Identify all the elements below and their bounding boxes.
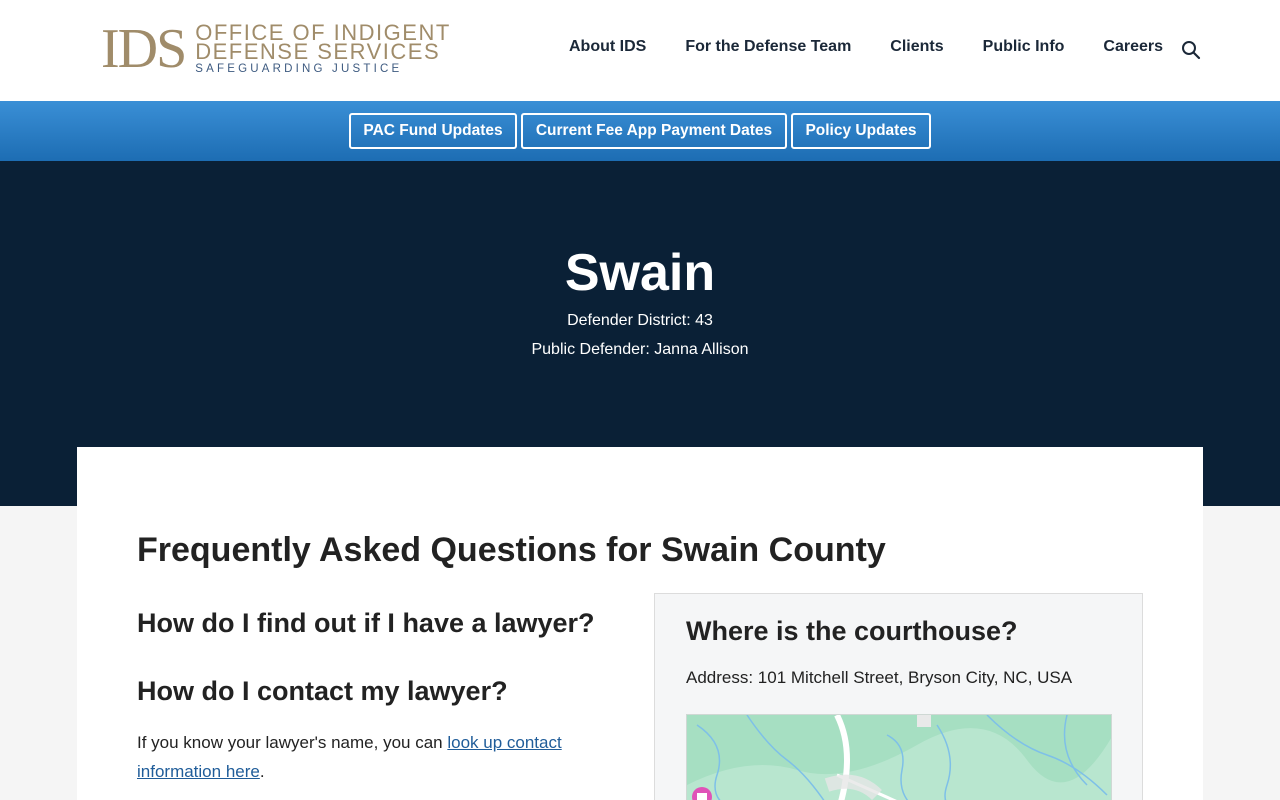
question-find-lawyer[interactable]: How do I find out if I have a lawyer? (137, 608, 595, 639)
logo-mark: IDS (101, 18, 187, 80)
main-nav: About IDS For the Defense Team Clients P… (569, 38, 1202, 56)
defender-district: Defender District: 43 (567, 312, 713, 329)
question-contact-lawyer[interactable]: How do I contact my lawyer? (137, 676, 508, 707)
public-defender: Public Defender: Janna Allison (531, 341, 749, 358)
policy-updates-button[interactable]: Policy Updates (791, 113, 931, 149)
courthouse-address: Address: 101 Mitchell Street, Bryson Cit… (686, 668, 1073, 687)
courthouse-heading: Where is the courthouse? (686, 616, 1018, 646)
ids-logo[interactable]: IDS OFFICE OF INDIGENT DEFENSE SERVICES … (101, 18, 451, 80)
courthouse-panel: Where is the courthouse? Address: 101 Mi… (654, 593, 1143, 800)
logo-line2: DEFENSE SERVICES (195, 38, 441, 64)
nav-public-info[interactable]: Public Info (983, 38, 1065, 56)
answer-period: . (259, 762, 265, 781)
search-icon[interactable] (1181, 40, 1201, 60)
quick-links-bar: PAC Fund Updates Current Fee App Payment… (0, 101, 1280, 161)
logo-tagline: SAFEGUARDING JUSTICE (195, 62, 403, 75)
contact-lawyer-answer: If you know your lawyer's name, you can … (137, 728, 607, 786)
fee-app-payment-dates-button[interactable]: Current Fee App Payment Dates (521, 113, 787, 149)
answer-text: If you know your lawyer's name, you can (137, 733, 448, 752)
nav-about-ids[interactable]: About IDS (569, 38, 646, 56)
map-graphic (687, 715, 1111, 800)
pac-fund-updates-button[interactable]: PAC Fund Updates (349, 113, 517, 149)
nav-clients[interactable]: Clients (890, 38, 943, 56)
faq-heading: Frequently Asked Questions for Swain Cou… (137, 531, 886, 569)
content-card: Frequently Asked Questions for Swain Cou… (77, 447, 1203, 800)
nav-for-the-defense-team[interactable]: For the Defense Team (685, 38, 851, 56)
site-header: IDS OFFICE OF INDIGENT DEFENSE SERVICES … (0, 0, 1280, 101)
logo-text: OFFICE OF INDIGENT DEFENSE SERVICES SAFE… (195, 21, 451, 76)
courthouse-map[interactable] (686, 714, 1112, 800)
page-title: Swain (564, 244, 716, 302)
nav-careers[interactable]: Careers (1103, 38, 1163, 56)
